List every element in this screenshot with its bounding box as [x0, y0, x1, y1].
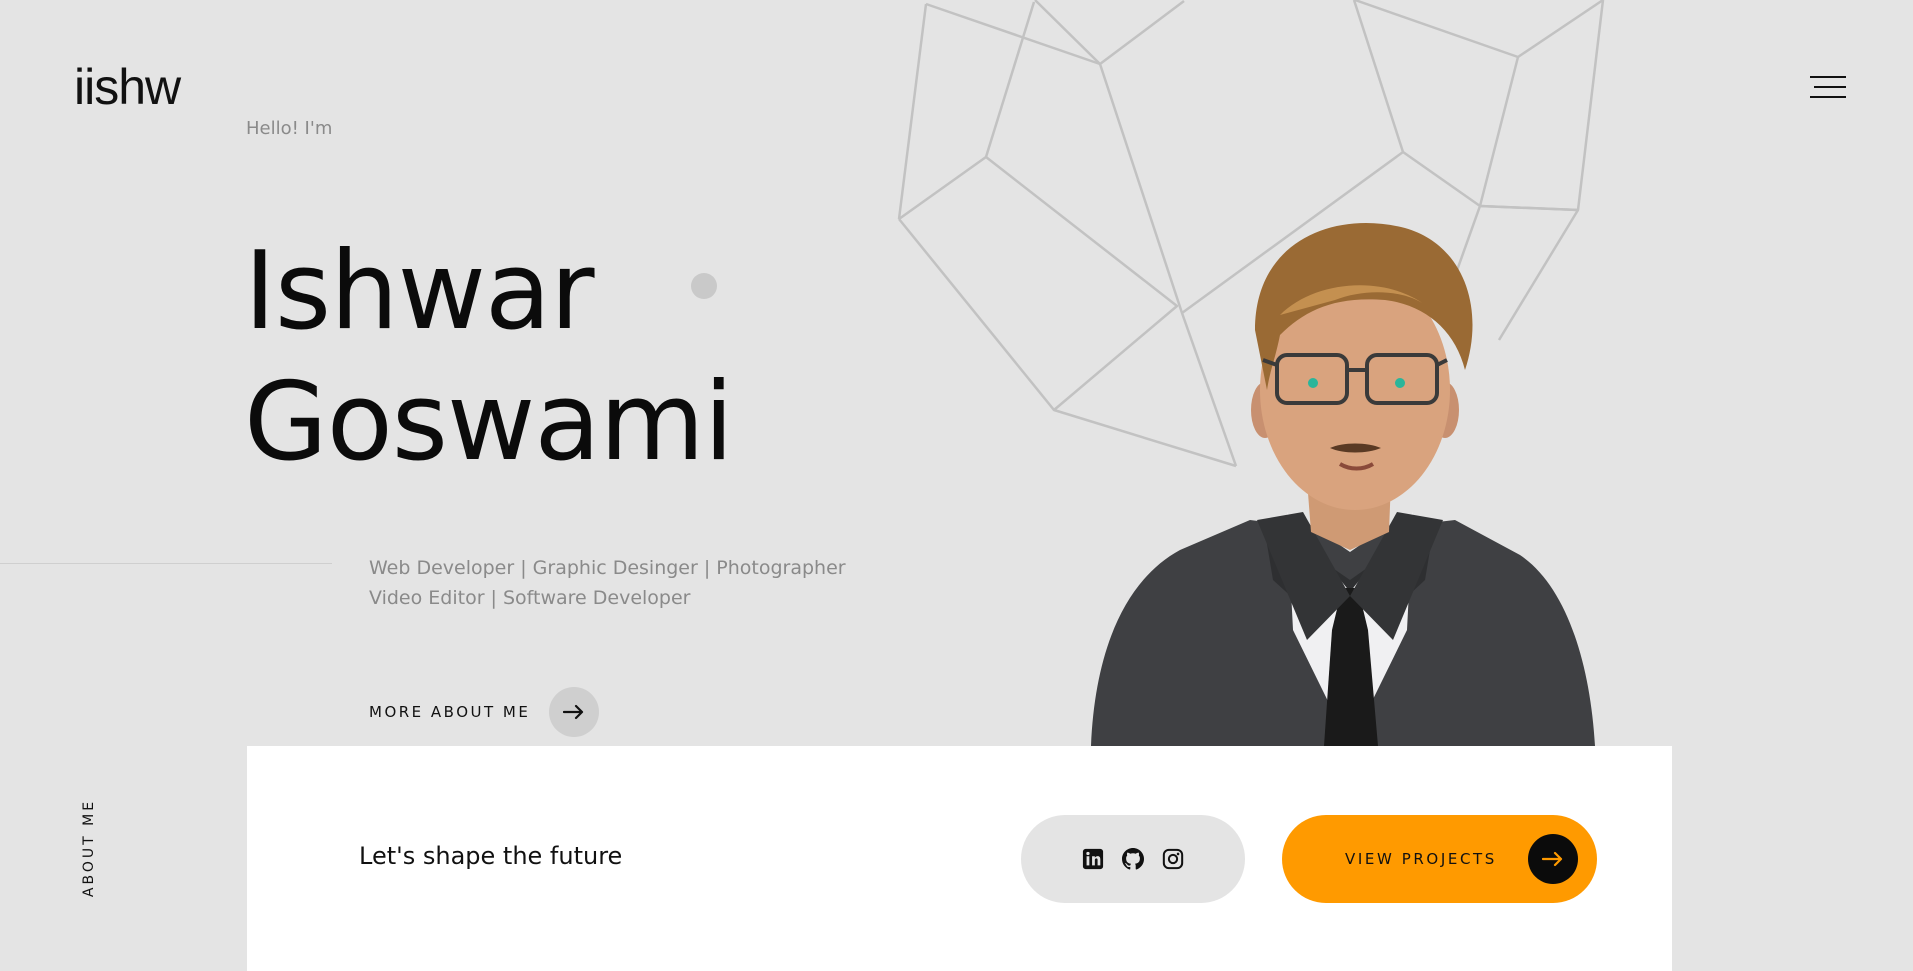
github-icon[interactable] — [1121, 847, 1145, 871]
about-me-vertical-label[interactable]: ABOUT ME — [81, 799, 97, 897]
instagram-icon[interactable] — [1161, 847, 1185, 871]
roles-line-2: Video Editor | Software Developer — [369, 587, 691, 609]
site-logo[interactable]: iishw — [74, 58, 181, 116]
social-links — [1021, 815, 1245, 903]
first-name: Ishwar — [244, 229, 594, 354]
roles-text: Web Developer | Graphic Desinger | Photo… — [369, 553, 846, 613]
tagline: Let's shape the future — [359, 842, 623, 870]
decorative-dot — [691, 273, 717, 299]
view-projects-button[interactable]: VIEW PROJECTS — [1282, 815, 1597, 903]
divider-line — [0, 563, 332, 564]
arrow-right-icon[interactable] — [1528, 834, 1578, 884]
greeting-text: Hello! I'm — [246, 118, 333, 139]
more-about-me-label: MORE ABOUT ME — [369, 703, 531, 721]
profile-photo — [1091, 223, 1595, 746]
hamburger-menu-icon[interactable] — [1808, 76, 1846, 106]
hero-name-heading: Ishwar Goswami — [244, 226, 734, 488]
arrow-right-icon[interactable] — [549, 687, 600, 737]
more-about-me-button[interactable]: MORE ABOUT ME — [369, 687, 600, 737]
last-name: Goswami — [244, 360, 734, 485]
view-projects-label: VIEW PROJECTS — [1345, 850, 1497, 868]
bottom-card: Let's shape the future VIEW PROJECTS — [247, 746, 1672, 971]
roles-line-1: Web Developer | Graphic Desinger | Photo… — [369, 557, 846, 579]
linkedin-icon[interactable] — [1081, 847, 1105, 871]
